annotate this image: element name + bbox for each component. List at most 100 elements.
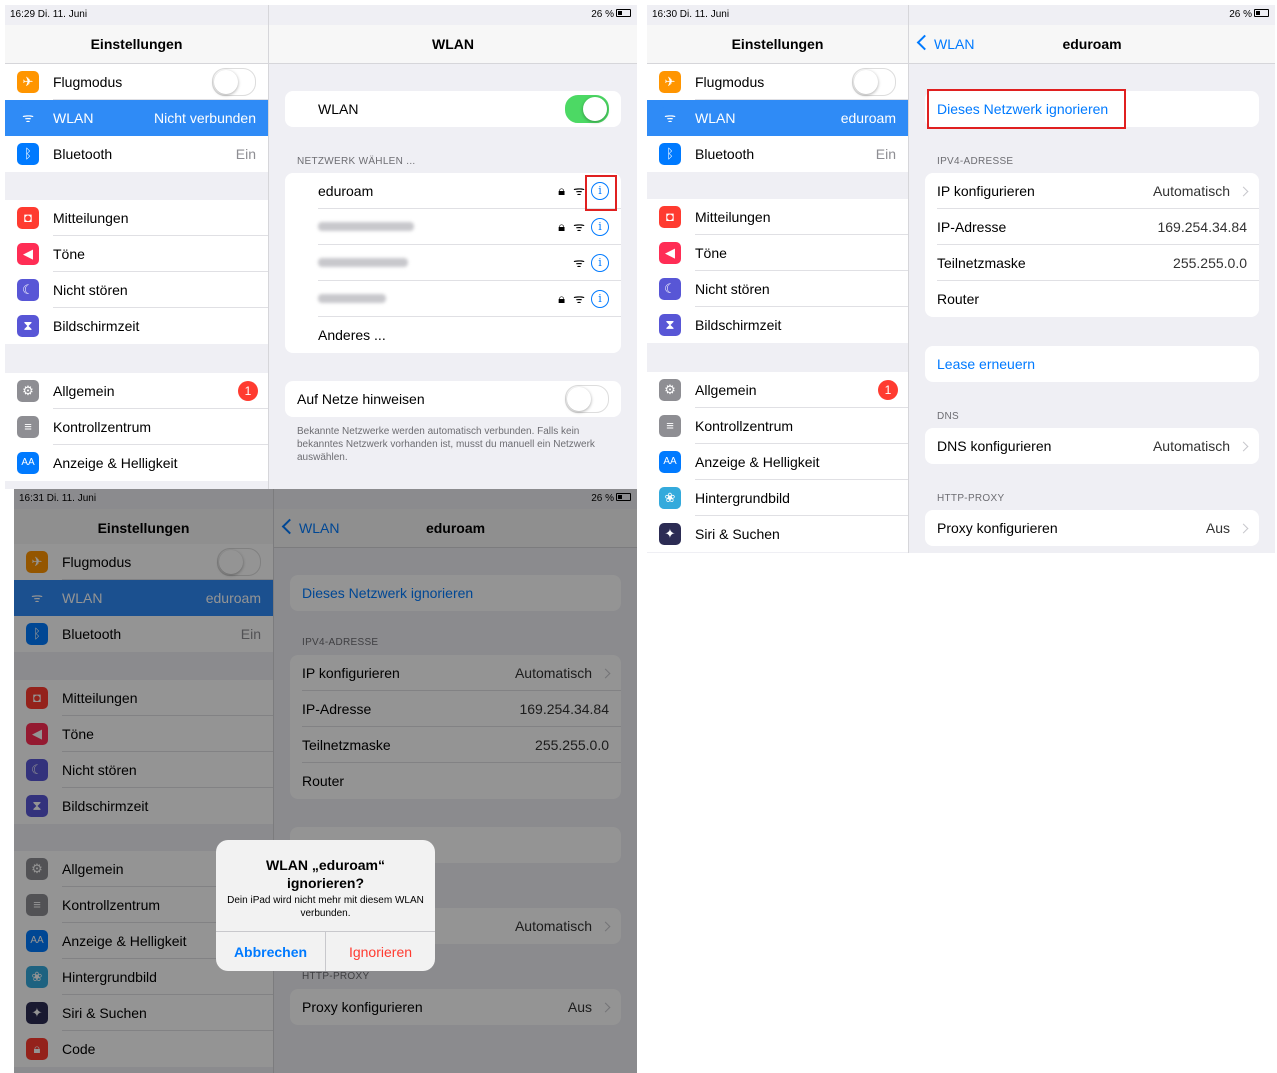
sidebar-item-toene[interactable]: ◀ Töne <box>5 236 268 272</box>
network-name: eduroam <box>318 183 374 199</box>
wlan-label: WLAN <box>318 101 359 117</box>
network-row-rwth-guests[interactable]: ᯤ i <box>285 245 621 281</box>
sidebar-item-label: Bluetooth <box>695 146 755 162</box>
lock-icon: 🔒︎ <box>558 219 565 234</box>
sidebar-item-label: Töne <box>695 245 727 261</box>
sidebar-item-bildschirmzeit[interactable]: ⧗ Bildschirmzeit <box>647 307 908 343</box>
settings-sidebar: 16:30 Di. 11. Juni Einstellungen ✈ Flugm… <box>647 5 909 553</box>
dns-card: DNS konfigurieren Automatisch <box>925 428 1259 464</box>
wifi-icon: ᯤ <box>17 107 39 129</box>
display-icon: AA <box>17 452 39 474</box>
alert-title: WLAN „eduroam“ ignorieren? <box>266 857 385 891</box>
ipv4-header: IPV4-ADRESSE <box>937 156 1014 167</box>
wlan-navbar: WLAN <box>269 25 637 64</box>
sidebar-item-mitteilungen[interactable]: ◘ Mitteilungen <box>647 199 908 235</box>
sidebar-item-anzeige[interactable]: AA Anzeige & Helligkeit <box>5 445 268 481</box>
sidebar-item-label: Kontrollzentrum <box>695 418 794 434</box>
subnet-mask-value: 255.255.0.0 <box>1173 255 1247 271</box>
moon-icon: ☾ <box>659 278 681 300</box>
network-detail-pane: 26 % WLAN eduroam Dieses Netzwerk ignori… <box>909 5 1275 553</box>
wlan-toggle-card: WLAN <box>285 91 621 127</box>
detail-navbar: WLAN eduroam <box>909 25 1275 64</box>
ip-config-value: Automatisch <box>1153 173 1249 209</box>
lock-icon: 🔒︎ <box>558 291 565 306</box>
ip-address-value: 169.254.34.84 <box>1157 219 1247 235</box>
sidebar-item-kontrollzentrum[interactable]: ≡ Kontrollzentrum <box>5 409 268 445</box>
sidebar-item-wlan[interactable]: ᯤ WLAN Nicht verbunden <box>5 100 268 136</box>
network-row-skynet[interactable]: 🔒︎ ᯤ i <box>285 281 621 317</box>
sidebar-item-flugmodus[interactable]: ✈ Flugmodus <box>647 64 908 100</box>
status-time-date: 16:30 Di. 11. Juni <box>652 9 730 20</box>
battery-icon <box>616 9 631 18</box>
network-row-other[interactable]: Anderes ... <box>285 317 621 353</box>
subnet-mask-row: Teilnetzmaske 255.255.0.0 <box>925 245 1259 281</box>
notifications-icon: ◘ <box>17 207 39 229</box>
sidebar-item-bluetooth[interactable]: ᛒ Bluetooth Ein <box>647 136 908 172</box>
sidebar-item-label: Anzeige & Helligkeit <box>695 454 820 470</box>
confirm-forget-button[interactable]: Ignorieren <box>326 932 435 971</box>
cancel-button[interactable]: Abbrechen <box>216 932 325 971</box>
router-row: Router <box>925 281 1259 317</box>
ask-join-toggle[interactable] <box>565 385 609 413</box>
control-center-icon: ≡ <box>659 415 681 437</box>
chevron-right-icon <box>1238 186 1249 197</box>
blurred-network-name <box>318 222 414 231</box>
ask-join-row: Auf Netze hinweisen <box>285 381 621 417</box>
screenshot-forget-alert: 16:31 Di. 11. Juni Einstellungen ✈ Flugm… <box>14 489 637 1073</box>
sidebar-item-nicht-stoeren[interactable]: ☾ Nicht stören <box>647 271 908 307</box>
lock-icon: 🔒︎ <box>558 183 565 198</box>
sidebar-item-value: Nicht verbunden <box>154 110 256 126</box>
sidebar-item-allgemein[interactable]: ⚙ Allgemein 1 <box>5 373 268 409</box>
proxy-card: Proxy konfigurieren Aus <box>925 510 1259 546</box>
subnet-mask-label: Teilnetzmaske <box>937 255 1026 271</box>
battery-indicator: 26 % <box>591 5 631 25</box>
ip-config-label: IP konfigurieren <box>937 183 1035 199</box>
info-icon[interactable]: i <box>591 290 609 308</box>
sidebar-item-bluetooth[interactable]: ᛒ Bluetooth Ein <box>5 136 268 172</box>
sidebar-item-bildschirmzeit[interactable]: ⧗ Bildschirmzeit <box>5 308 268 344</box>
sidebar-item-label: Mitteilungen <box>53 210 129 226</box>
sidebar-item-kontrollzentrum[interactable]: ≡ Kontrollzentrum <box>647 408 908 444</box>
sidebar-item-siri[interactable]: ✦ Siri & Suchen <box>647 516 908 552</box>
renew-lease-button[interactable]: Lease erneuern <box>925 346 1259 382</box>
screenshot-wlan-list: 16:29 Di. 11. Juni Einstellungen ✈ Flugm… <box>5 5 637 489</box>
proxy-config-row[interactable]: Proxy konfigurieren Aus <box>925 510 1259 546</box>
sidebar-item-label: Flugmodus <box>695 74 765 90</box>
renew-card: Lease erneuern <box>925 346 1259 382</box>
speaker-icon: ◀ <box>17 243 39 265</box>
sidebar-item-allgemein[interactable]: ⚙ Allgemein 1 <box>647 372 908 408</box>
wallpaper-icon: ❀ <box>659 487 681 509</box>
sidebar-item-flugmodus[interactable]: ✈ Flugmodus <box>5 64 268 100</box>
proxy-header: HTTP-PROXY <box>937 493 1005 504</box>
settings-sidebar: 16:29 Di. 11. Juni Einstellungen ✈ Flugm… <box>5 5 269 489</box>
airplane-mode-toggle[interactable] <box>212 68 256 96</box>
airplane-mode-toggle[interactable] <box>852 68 896 96</box>
sidebar-item-anzeige[interactable]: AA Anzeige & Helligkeit <box>647 444 908 480</box>
sidebar-item-label: Bluetooth <box>53 146 113 162</box>
sidebar-item-label: WLAN <box>53 110 94 126</box>
siri-icon: ✦ <box>659 523 681 545</box>
wifi-signal-icon: ᯤ <box>573 219 585 234</box>
sidebar-item-wlan[interactable]: ᯤ WLAN eduroam <box>647 100 908 136</box>
network-row-eduroam[interactable]: eduroam 🔒︎ ᯤ i <box>285 173 621 209</box>
info-icon[interactable]: i <box>591 254 609 272</box>
notification-badge: 1 <box>878 380 898 400</box>
dns-config-row[interactable]: DNS konfigurieren Automatisch <box>925 428 1259 464</box>
modal-dim-overlay <box>14 489 637 1073</box>
wlan-toggle[interactable] <box>565 95 609 123</box>
info-icon[interactable]: i <box>591 218 609 236</box>
bluetooth-icon: ᛒ <box>17 143 39 165</box>
sidebar-item-mitteilungen[interactable]: ◘ Mitteilungen <box>5 200 268 236</box>
network-row-rwth-devices[interactable]: 🔒︎ ᯤ i <box>285 209 621 245</box>
airplane-icon: ✈ <box>17 71 39 93</box>
blurred-network-name <box>318 258 408 267</box>
sidebar-item-nicht-stoeren[interactable]: ☾ Nicht stören <box>5 272 268 308</box>
wifi-icon: ᯤ <box>659 107 681 129</box>
ip-address-row: IP-Adresse 169.254.34.84 <box>925 209 1259 245</box>
sidebar-item-label: Siri & Suchen <box>695 526 780 542</box>
battery-indicator: 26 % <box>1229 5 1269 25</box>
ip-config-row[interactable]: IP konfigurieren Automatisch <box>925 173 1259 209</box>
sidebar-item-toene[interactable]: ◀ Töne <box>647 235 908 271</box>
speaker-icon: ◀ <box>659 242 681 264</box>
sidebar-item-hintergrundbild[interactable]: ❀ Hintergrundbild <box>647 480 908 516</box>
